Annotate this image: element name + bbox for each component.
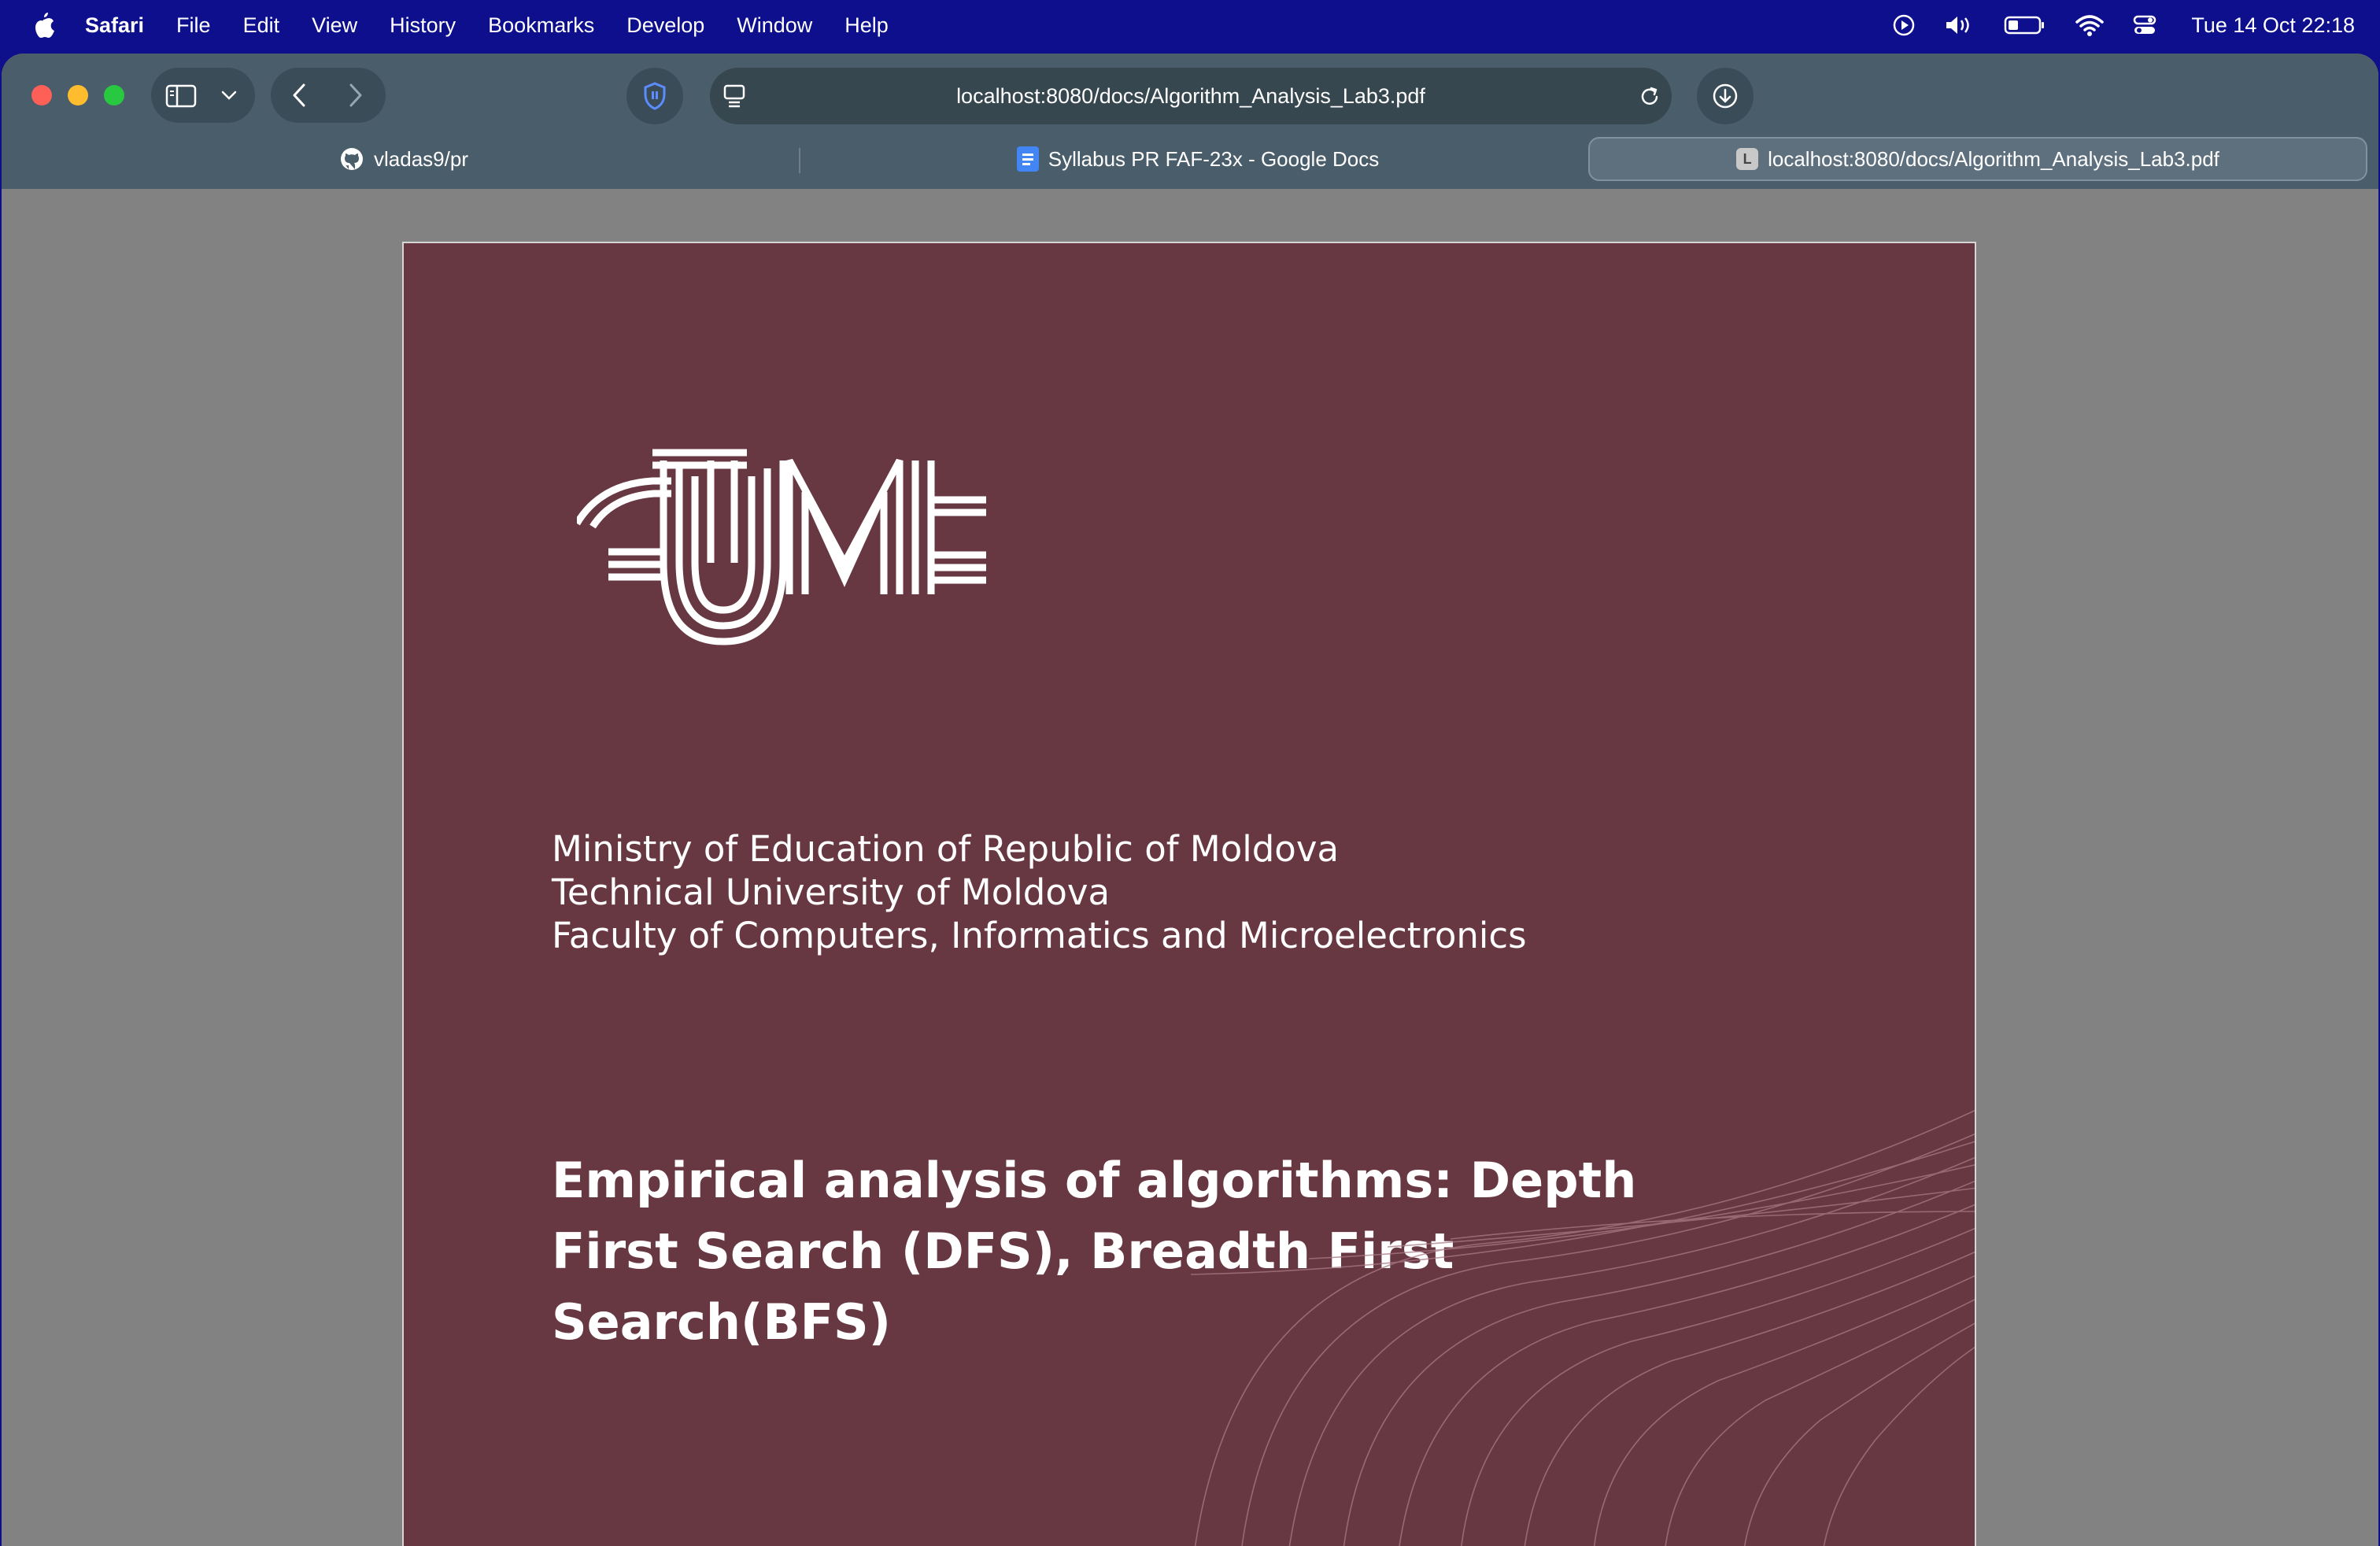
url-text[interactable]: localhost:8080/docs/Algorithm_Analysis_L… <box>710 68 1672 124</box>
download-icon <box>1713 83 1738 109</box>
menu-items: Safari File Edit View History Bookmarks … <box>85 0 921 50</box>
tab-label: vladas9/pr <box>374 146 468 171</box>
reload-icon[interactable] <box>1639 85 1661 109</box>
letter-l-icon: L <box>1736 148 1759 170</box>
tab-pdf-active[interactable]: L localhost:8080/docs/Algorithm_Analysis… <box>1588 137 2367 181</box>
tab-bar: vladas9/pr Syllabus PR FAF-23x - Google … <box>14 137 2367 183</box>
menu-file[interactable]: File <box>176 13 211 38</box>
browser-window: localhost:8080/docs/Algorithm_Analysis_L… <box>2 54 2378 1546</box>
menu-bookmarks[interactable]: Bookmarks <box>488 13 594 38</box>
institution-block: Ministry of Education of Republic of Mol… <box>552 827 1527 957</box>
shield-icon <box>644 82 666 110</box>
menu-help[interactable]: Help <box>844 13 889 38</box>
tab-divider <box>799 148 800 173</box>
control-center-icon[interactable] <box>2133 13 2156 37</box>
faculty-line: Faculty of Computers, Informatics and Mi… <box>552 915 1527 956</box>
tab-label: localhost:8080/docs/Algorithm_Analysis_L… <box>1768 146 2219 171</box>
sidebar-button-group <box>151 68 255 123</box>
sidebar-icon[interactable] <box>165 83 198 109</box>
utm-logo <box>577 449 986 645</box>
menu-bar: Safari File Edit View History Bookmarks … <box>0 0 2380 50</box>
browser-toolbar: localhost:8080/docs/Algorithm_Analysis_L… <box>2 54 2378 189</box>
menu-clock[interactable]: Tue 14 Oct 22:18 <box>2191 13 2355 38</box>
menu-develop[interactable]: Develop <box>626 13 704 38</box>
tab-google-docs[interactable]: Syllabus PR FAF-23x - Google Docs <box>804 137 1591 181</box>
now-playing-icon[interactable] <box>1892 13 1916 37</box>
navigation-button-group <box>271 68 386 123</box>
menu-history[interactable]: History <box>390 13 456 38</box>
tab-github[interactable]: vladas9/pr <box>14 137 793 181</box>
status-area: Tue 14 Oct 22:18 <box>1892 0 2355 50</box>
github-icon <box>341 148 364 170</box>
menu-app-name[interactable]: Safari <box>85 13 144 38</box>
university-line: Technical University of Moldova <box>552 871 1111 913</box>
wifi-icon[interactable] <box>2075 13 2105 37</box>
close-window-button[interactable] <box>31 85 52 105</box>
pdf-viewer[interactable]: Ministry of Education of Republic of Mol… <box>2 189 2378 1546</box>
chevron-down-icon[interactable] <box>220 87 238 103</box>
privacy-report-button[interactable] <box>626 68 683 124</box>
zoom-window-button[interactable] <box>104 85 124 105</box>
battery-icon[interactable] <box>2004 15 2046 35</box>
decorative-mesh <box>1191 1109 1975 1546</box>
google-docs-icon <box>1016 146 1039 172</box>
back-icon[interactable] <box>288 82 312 109</box>
tab-label: Syllabus PR FAF-23x - Google Docs <box>1048 146 1380 171</box>
ministry-line: Ministry of Education of Republic of Mol… <box>552 828 1340 870</box>
forward-icon[interactable] <box>343 82 367 109</box>
apple-icon[interactable] <box>30 11 57 39</box>
menu-window[interactable]: Window <box>737 13 812 38</box>
volume-icon[interactable] <box>1944 13 1975 37</box>
menu-view[interactable]: View <box>312 13 357 38</box>
downloads-button[interactable] <box>1697 68 1754 124</box>
minimize-window-button[interactable] <box>68 85 88 105</box>
address-bar[interactable]: localhost:8080/docs/Algorithm_Analysis_L… <box>710 68 1672 124</box>
pdf-page[interactable]: Ministry of Education of Republic of Mol… <box>402 242 1976 1546</box>
menu-edit[interactable]: Edit <box>243 13 280 38</box>
